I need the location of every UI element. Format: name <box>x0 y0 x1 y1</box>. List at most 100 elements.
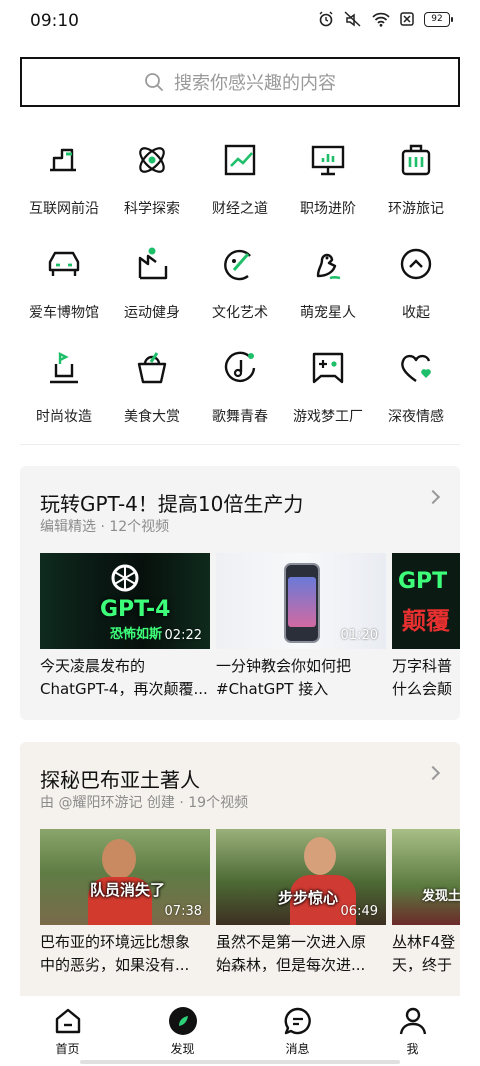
category-internet[interactable]: 互联网前沿 <box>20 132 108 236</box>
nav-discover[interactable]: 发现 <box>125 996 240 1066</box>
collection-card-papua[interactable]: 探秘巴布亚土著人 由 @耀阳环游记 创建 · 19个视频 队员消失了 07:38… <box>20 742 460 1002</box>
video-title: 一分钟教会你如何把 #ChatGPT 接入 <box>216 657 352 698</box>
collection-title: 玩转GPT-4！提高10倍生产力 <box>40 492 304 516</box>
category-fashion[interactable]: 时尚妆造 <box>20 340 108 444</box>
search-placeholder: 搜索你感兴趣的内容 <box>174 73 336 94</box>
search-icon <box>145 73 163 91</box>
category-label: 萌宠星人 <box>300 305 356 321</box>
collection-subtitle: 编辑精选 · 12个视频 <box>40 519 170 535</box>
category-label: 文化艺术 <box>212 305 268 321</box>
video-item[interactable]: 发现土 丛林F4登 天，终于 <box>392 829 460 977</box>
wifi-icon <box>372 12 390 27</box>
video-strip: GPT-4 恐怖如斯 02:22 今天凌晨发布的 ChatGPT-4，再次颠覆.… <box>40 553 460 713</box>
profile-icon <box>399 1007 426 1035</box>
video-duration: 01:20 <box>340 628 378 643</box>
category-label: 互联网前沿 <box>29 201 99 217</box>
collection-card-gpt4[interactable]: 玩转GPT-4！提高10倍生产力 编辑精选 · 12个视频 GPT-4 恐怖如斯… <box>20 466 460 720</box>
category-label: 游戏梦工厂 <box>293 409 363 425</box>
category-label: 运动健身 <box>124 305 180 321</box>
video-title: 今天凌晨发布的 ChatGPT-4，再次颠覆... <box>40 657 208 698</box>
openai-logo-icon <box>111 564 139 592</box>
category-label: 科学探索 <box>124 201 180 217</box>
video-duration: 06:49 <box>340 904 378 919</box>
science-icon <box>139 147 165 173</box>
video-thumbnail: 发现土 <box>392 829 460 925</box>
video-item[interactable]: 01:20 一分钟教会你如何把 #ChatGPT 接入 <box>216 553 386 701</box>
category-emotion[interactable]: 深夜情感 <box>372 340 460 444</box>
video-item[interactable]: 队员消失了 07:38 巴布亚的环境远比想象 中的恶劣，如果没有... <box>40 829 210 977</box>
status-icons: 92 <box>318 11 453 27</box>
category-label: 财经之道 <box>212 201 268 217</box>
category-pet[interactable]: 萌宠星人 <box>284 236 372 340</box>
phone-screen <box>288 577 316 627</box>
nav-home[interactable]: 首页 <box>10 996 125 1066</box>
category-music[interactable]: 歌舞青春 <box>196 340 284 444</box>
battery-icon: 92 <box>424 11 453 27</box>
category-label: 环游旅记 <box>388 201 444 217</box>
divider <box>20 444 460 445</box>
category-car[interactable]: 爱车博物馆 <box>20 236 108 340</box>
category-finance[interactable]: 财经之道 <box>196 132 284 236</box>
category-science[interactable]: 科学探索 <box>108 132 196 236</box>
fashion-icon <box>50 352 78 384</box>
discover-icon <box>168 1007 197 1035</box>
status-time: 09:10 <box>30 11 79 31</box>
mute-icon <box>344 11 361 27</box>
category-game[interactable]: 游戏梦工厂 <box>284 340 372 444</box>
video-item[interactable]: GPT-4 恐怖如斯 02:22 今天凌晨发布的 ChatGPT-4，再次颠覆.… <box>40 553 210 701</box>
search-input[interactable]: 搜索你感兴趣的内容 <box>20 57 460 107</box>
video-thumbnail: GPT-4 恐怖如斯 02:22 <box>40 553 210 649</box>
sports-icon <box>138 247 168 280</box>
collapse-icon <box>400 248 432 280</box>
video-duration: 07:38 <box>164 904 202 919</box>
video-item[interactable]: 步步惊心 06:49 虽然不是第一次进入原 始森林，但是每次进... <box>216 829 386 977</box>
category-food[interactable]: 美食大赏 <box>108 340 196 444</box>
chevron-right-icon[interactable] <box>425 765 441 781</box>
category-career[interactable]: 职场进阶 <box>284 132 372 236</box>
thumb-overlay-text: GPT-4 <box>100 597 171 622</box>
category-grid: 互联网前沿 科学探索 财经之道 职场进阶 环游旅记 爱车博物馆 运动健身 文化艺… <box>20 132 460 444</box>
video-title: 万字科普 什么会颠 <box>392 657 453 698</box>
video-thumbnail: GPT 颠覆 <box>392 553 460 649</box>
nav-label: 消息 <box>285 1042 310 1056</box>
art-icon <box>224 249 251 281</box>
chevron-right-icon[interactable] <box>425 489 441 505</box>
video-title: 丛林F4登 天，终于 <box>392 933 456 974</box>
food-icon <box>137 352 167 384</box>
category-travel[interactable]: 环游旅记 <box>372 132 460 236</box>
video-title: 虽然不是第一次进入原 始森林，但是每次进... <box>216 933 367 974</box>
video-thumbnail: 01:20 <box>216 553 386 649</box>
person-figure <box>304 837 336 875</box>
thumb-overlay-text: 步步惊心 <box>278 889 339 907</box>
status-bar: 09:10 92 <box>0 0 480 42</box>
nav-label: 发现 <box>170 1042 195 1056</box>
category-label: 职场进阶 <box>300 201 356 217</box>
music-icon <box>224 351 256 383</box>
category-label: 时尚妆造 <box>36 409 92 425</box>
video-strip: 队员消失了 07:38 巴布亚的环境远比想象 中的恶劣，如果没有... 步步惊心… <box>40 829 460 989</box>
thumb-overlay-text: 队员消失了 <box>90 881 166 899</box>
bottom-nav: 首页 发现 消息 我 <box>0 996 480 1066</box>
category-label: 爱车博物馆 <box>29 305 99 321</box>
career-icon <box>311 145 345 176</box>
alarm-icon <box>319 11 333 27</box>
message-icon <box>284 1007 311 1035</box>
home-indicator <box>80 1060 400 1064</box>
travel-icon <box>401 144 431 176</box>
home-icon <box>55 1008 80 1034</box>
video-item[interactable]: GPT 颠覆 万字科普 什么会颠 <box>392 553 460 701</box>
category-label: 美食大赏 <box>124 409 180 425</box>
category-art[interactable]: 文化艺术 <box>196 236 284 340</box>
sim-off-icon <box>400 12 414 26</box>
nav-messages[interactable]: 消息 <box>240 996 355 1066</box>
category-collapse[interactable]: 收起 <box>372 236 460 340</box>
thumb-overlay-text: 发现土 <box>422 889 460 904</box>
category-sports[interactable]: 运动健身 <box>108 236 196 340</box>
nav-label: 首页 <box>55 1042 80 1056</box>
nav-profile[interactable]: 我 <box>355 996 470 1066</box>
finance-icon <box>224 144 256 176</box>
thumb-overlay-subtext: 恐怖如斯 <box>110 627 163 642</box>
thumb-overlay-subtext: 颠覆 <box>402 607 450 635</box>
internet-icon <box>50 148 76 172</box>
game-icon <box>312 352 344 384</box>
